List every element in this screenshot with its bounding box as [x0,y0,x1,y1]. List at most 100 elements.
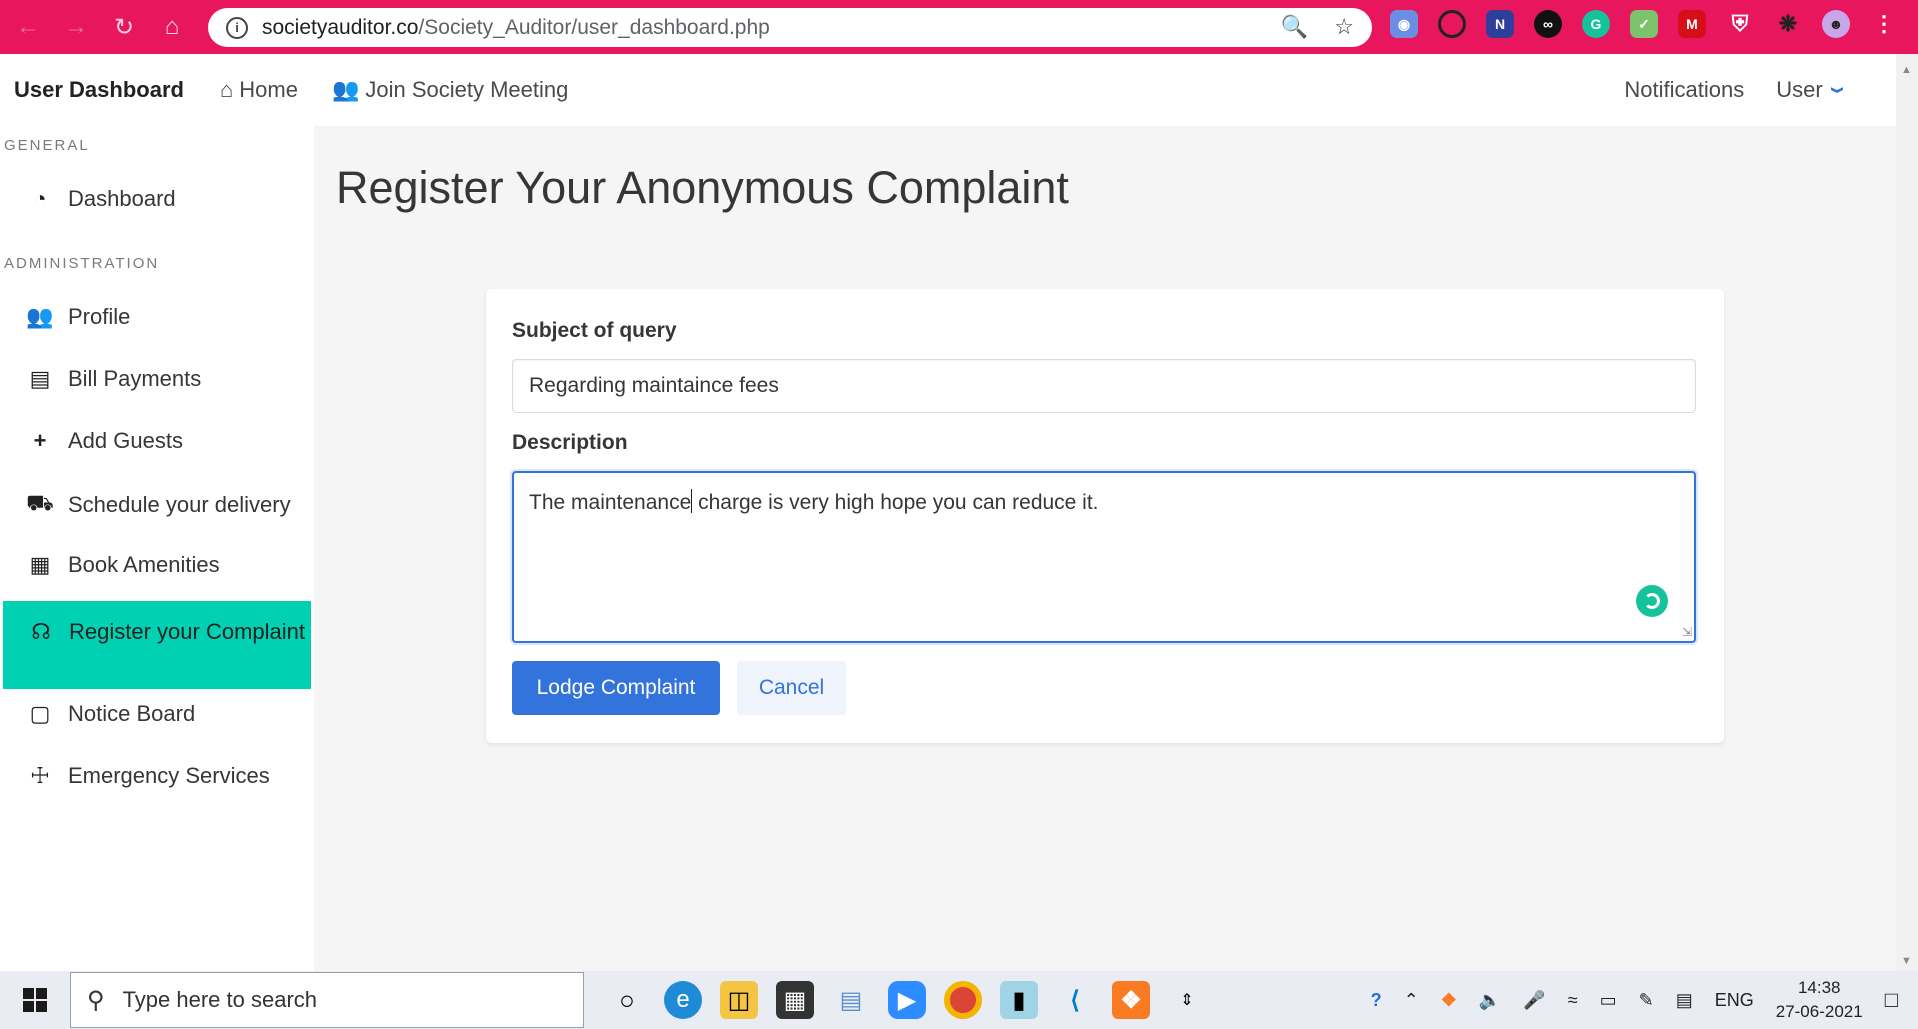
sidebar-item-label: Add Guests [68,428,183,453]
dashboard-gauge-icon: ◔ [33,186,47,211]
browser-toolbar: ← → ↻ ⌂ i societyauditor.co/Society_Audi… [0,0,1918,54]
tablet-mode-icon[interactable]: ▤ [1676,990,1693,1011]
extension-icons: ◉ N ∞ G ✓ M ⛨ ❋ ☻ ⋮ [1390,10,1898,38]
brand-title[interactable]: User Dashboard [14,77,184,103]
sidebar-item-bill-payments[interactable]: ▤ Bill Payments [0,366,202,392]
top-navbar: User Dashboard ⌂ Home 👥 Join Society Mee… [0,54,1896,126]
language-indicator[interactable]: ENG [1715,990,1754,1011]
nav-meeting-link[interactable]: 👥 Join Society Meeting [332,77,568,103]
screenshot-extension-icon[interactable]: ◉ [1390,10,1418,38]
url-text[interactable]: societyauditor.co/Society_Auditor/user_d… [262,16,770,40]
opera-extension-icon[interactable] [1438,10,1466,38]
windows-start-icon[interactable] [0,971,70,1029]
sidebar-item-profile[interactable]: 👥 Profile [0,304,130,330]
puzzle-extension-icon[interactable]: ❋ [1774,10,1802,38]
store-icon[interactable]: ▦ [776,981,814,1019]
subject-input[interactable]: Regarding maintaince fees [512,359,1696,413]
sidebar-item-book-amenities[interactable]: ▦ Book Amenities [0,552,220,578]
m-extension-icon[interactable]: M [1678,10,1706,38]
infinity-extension-icon[interactable]: ∞ [1534,10,1562,38]
edge-icon[interactable]: e [664,981,702,1019]
forward-icon[interactable]: → [56,7,96,47]
sidebar-item-label: Notice Board [68,701,196,726]
taskbar-overflow-icon[interactable]: ⇕ [1168,981,1206,1019]
users-cog-icon: 👥 [26,304,54,329]
scroll-up-icon[interactable]: ▲ [1901,64,1912,76]
house-icon: ⌂ [219,77,234,102]
laptop-app-icon[interactable]: ▤ [832,981,870,1019]
n-extension-icon[interactable]: N [1486,10,1514,38]
sidebar-item-label: Bill Payments [68,366,202,391]
notification-center-icon[interactable]: □ [1885,987,1898,1013]
notifications-link[interactable]: Notifications [1624,77,1744,103]
users-icon: 👥 [331,77,360,102]
address-bar[interactable]: i societyauditor.co/Society_Auditor/user… [208,8,1372,47]
file-explorer-icon[interactable]: ◫ [720,981,758,1019]
sidebar-item-label: Dashboard [68,186,176,211]
headset-icon: ☊ [31,619,51,644]
chrome-icon[interactable] [944,981,982,1019]
menu-label-administration: ADMINISTRATION [4,255,160,272]
cancel-button[interactable]: Cancel [737,661,846,715]
user-dropdown[interactable]: User› [1776,77,1856,103]
clock-date: 27-06-2021 [1775,1002,1863,1021]
url-path: /Society_Auditor/user_dashboard.php [418,15,770,39]
pen-icon[interactable]: ✎ [1639,990,1654,1011]
scroll-down-icon[interactable]: ▼ [1901,955,1912,967]
help-icon[interactable]: ? [1371,990,1382,1011]
profile-avatar-icon[interactable]: ☻ [1822,10,1850,38]
sidebar: GENERAL ◔ Dashboard ADMINISTRATION 👥 Pro… [0,126,314,971]
page-title: Register Your Anonymous Complaint [336,162,1069,213]
zoom-icon[interactable]: ▶ [888,981,926,1019]
grammarly-extension-icon[interactable]: G [1582,10,1610,38]
description-text-after-caret: charge is very high hope you can reduce … [692,491,1099,514]
sidebar-item-schedule-delivery[interactable]: ⛟ Schedule your delivery [0,490,290,519]
main-content: Register Your Anonymous Complaint Subjec… [314,126,1896,971]
search-icon: ⚲ [87,986,105,1014]
sidebar-item-dashboard[interactable]: ◔ Dashboard [0,186,176,212]
lodge-complaint-button[interactable]: Lodge Complaint [512,661,720,715]
site-info-icon[interactable]: i [226,16,248,39]
sidebar-item-label: Book Amenities [68,552,220,577]
shield-extension-icon[interactable]: ⛨ [1726,10,1754,38]
description-label: Description [512,431,628,454]
description-text-before-caret: The maintenance [529,491,692,514]
xampp-icon[interactable]: ❖ [1112,981,1150,1019]
sidebar-item-emergency-services[interactable]: ☩ Emergency Services [0,763,270,789]
bookmark-star-icon[interactable]: ☆ [1334,14,1354,40]
reload-icon[interactable]: ↻ [104,7,144,47]
clipboard-icon: ▢ [29,701,51,726]
taskbar-search-input[interactable]: ⚲ Type here to search [70,972,584,1028]
sidebar-item-add-guests[interactable]: + Add Guests [0,428,183,454]
xampp-tray-icon[interactable]: ❖ [1441,990,1457,1011]
taskbar-search-placeholder: Type here to search [122,987,318,1012]
credit-card-icon: ▤ [29,366,51,391]
back-icon[interactable]: ← [8,7,48,47]
description-textarea[interactable]: The maintenance charge is very high hope… [512,471,1696,643]
grammarly-icon[interactable] [1636,585,1668,617]
volume-icon[interactable]: 🔈 [1479,990,1501,1011]
user-dropdown-label: User [1776,77,1823,102]
vscode-icon[interactable]: ⟨ [1056,981,1094,1019]
notes-app-icon[interactable]: ▮ [1000,981,1038,1019]
show-hidden-icons-icon[interactable]: ⌃ [1404,990,1419,1011]
subject-label: Subject of query [512,319,677,342]
home-icon[interactable]: ⌂ [152,7,192,47]
browser-menu-icon[interactable]: ⋮ [1870,10,1898,38]
task-view-icon[interactable]: ○ [608,981,646,1019]
nav-home-label: Home [239,77,298,102]
sidebar-item-register-complaint[interactable]: ☊ Register your Complaint [3,601,311,689]
battery-icon[interactable]: ▭ [1600,990,1617,1011]
wifi-icon[interactable]: ≈ [1568,990,1578,1011]
zoom-icon[interactable]: 🔍 [1281,14,1308,40]
nav-home-link[interactable]: ⌂ Home [220,77,298,103]
checklist-extension-icon[interactable]: ✓ [1630,10,1658,38]
microphone-icon[interactable]: 🎤 [1523,990,1545,1011]
resize-handle-icon[interactable]: ⇲ [1682,625,1692,639]
clock-time: 14:38 [1797,978,1841,997]
system-clock[interactable]: 14:38 27-06-2021 [1776,976,1863,1024]
page-scrollbar[interactable]: ▲ ▼ [1896,54,1918,971]
sidebar-item-label: Register your Complaint [69,619,305,644]
menu-label-general: GENERAL [4,137,90,154]
sidebar-item-notice-board[interactable]: ▢ Notice Board [0,701,196,727]
